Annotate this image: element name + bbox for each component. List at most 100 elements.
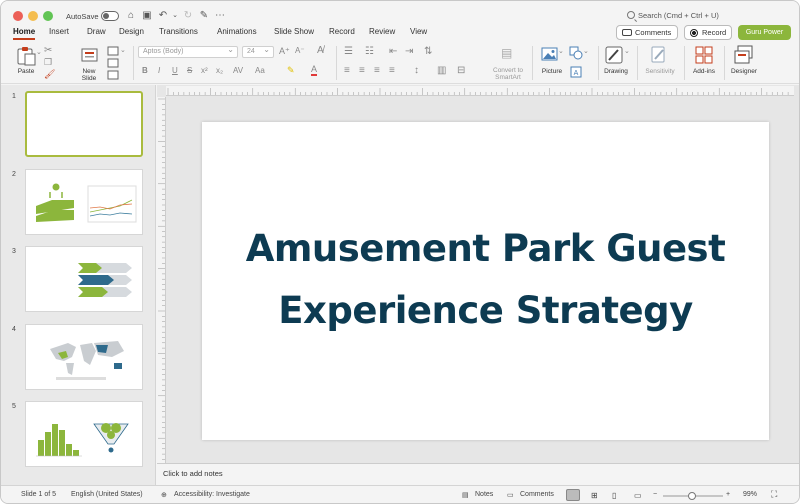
subscript-icon[interactable]: x₂ xyxy=(216,66,223,75)
line-spacing-icon[interactable]: ↕ xyxy=(414,65,419,76)
align-center-icon[interactable]: ≡ xyxy=(359,65,365,76)
slide-title[interactable]: Amusement Park Guest Experience Strategy xyxy=(202,218,769,342)
justify-icon[interactable]: ≡ xyxy=(389,65,395,76)
reading-view-icon[interactable]: ▯ xyxy=(612,491,616,500)
highlight-icon[interactable]: ✎ xyxy=(287,65,295,76)
guru-power-button[interactable]: Guru Power xyxy=(738,25,791,40)
fit-slide-icon[interactable]: ⛶ xyxy=(771,489,777,500)
tab-view[interactable]: View xyxy=(410,27,427,36)
add-ins-icon[interactable] xyxy=(695,46,713,64)
copy-icon[interactable]: ❐ xyxy=(44,57,52,68)
paste-dropdown-icon[interactable]: ⌄ xyxy=(36,48,42,56)
tab-home[interactable]: Home xyxy=(13,27,36,40)
zoom-out-button[interactable]: − xyxy=(653,491,657,498)
font-color-icon[interactable]: A xyxy=(311,65,318,76)
shapes-dropdown-icon[interactable]: ⌄ xyxy=(583,47,589,55)
thumbnail-4-preview xyxy=(50,341,124,380)
redo-icon[interactable]: ↻ xyxy=(182,10,194,22)
sensitivity-icon[interactable] xyxy=(650,45,668,65)
save-icon[interactable]: ▣ xyxy=(141,10,153,22)
comments-button[interactable]: Comments xyxy=(616,25,678,40)
paste-icon[interactable] xyxy=(15,46,37,66)
horizontal-ruler[interactable] xyxy=(166,86,794,96)
increase-indent-icon[interactable]: ⇥ xyxy=(405,46,413,57)
superscript-icon[interactable]: x² xyxy=(201,66,208,75)
zoom-level[interactable]: 99% xyxy=(743,491,757,498)
bold-icon[interactable]: B xyxy=(142,66,148,75)
tab-design[interactable]: Design xyxy=(119,27,144,36)
record-button[interactable]: Record xyxy=(684,25,732,40)
increase-font-icon[interactable]: A⁺ xyxy=(279,46,290,57)
designer-icon[interactable] xyxy=(734,45,754,65)
tab-insert[interactable]: Insert xyxy=(49,27,69,36)
slide-canvas[interactable]: Amusement Park Guest Experience Strategy xyxy=(202,122,769,440)
align-left-icon[interactable]: ≡ xyxy=(344,65,350,76)
align-right-icon[interactable]: ≡ xyxy=(374,65,380,76)
slide-thumbnails-pane[interactable]: 1 2 3 4 5 xyxy=(1,85,156,485)
underline-icon[interactable]: U xyxy=(172,66,178,75)
font-size-select[interactable]: 24 xyxy=(242,45,274,58)
search-box[interactable]: Search (Cmd + Ctrl + U) xyxy=(627,11,719,20)
thumbnail-5-preview xyxy=(36,423,129,457)
undo-icon[interactable]: ↶ xyxy=(157,10,169,22)
zoom-in-button[interactable]: + xyxy=(726,491,730,498)
tab-slide-show[interactable]: Slide Show xyxy=(274,27,314,36)
text-box-icon[interactable]: A xyxy=(570,66,582,78)
vertical-ruler[interactable] xyxy=(157,97,166,463)
picture-icon[interactable] xyxy=(541,46,559,62)
thumbnail-slide-1[interactable] xyxy=(25,91,143,157)
convert-smartart-icon[interactable]: ▤ xyxy=(501,46,512,60)
notes-icon: ▤ xyxy=(462,492,469,499)
tab-transitions[interactable]: Transitions xyxy=(159,27,198,36)
thumbnail-slide-4[interactable] xyxy=(25,324,143,390)
italic-icon[interactable]: I xyxy=(158,66,160,75)
notes-toggle-button[interactable]: Notes xyxy=(475,491,493,498)
tab-draw[interactable]: Draw xyxy=(87,27,106,36)
record-button-label: Record xyxy=(702,28,727,37)
thumbnail-number: 3 xyxy=(12,248,16,255)
layout-dropdown-icon[interactable]: ⌄ xyxy=(120,46,126,54)
language-indicator[interactable]: English (United States) xyxy=(71,491,143,498)
thumbnail-slide-2[interactable] xyxy=(25,169,143,235)
cut-icon[interactable]: ✂ xyxy=(44,45,52,56)
convert-smartart-label: Convert to SmartArt xyxy=(493,67,523,81)
notes-pane[interactable]: Click to add notes xyxy=(157,463,799,485)
zoom-slider[interactable] xyxy=(663,491,723,501)
thumbnail-slide-5[interactable] xyxy=(25,401,143,467)
columns-icon[interactable]: ▥ xyxy=(437,65,446,76)
bullets-icon[interactable]: ☰ xyxy=(344,46,353,57)
text-direction-icon[interactable]: ⇅ xyxy=(424,46,432,57)
thumbnail-slide-3[interactable] xyxy=(25,246,143,312)
autosave-toggle[interactable] xyxy=(101,11,119,21)
normal-view-icon[interactable] xyxy=(566,489,580,501)
tab-animations[interactable]: Animations xyxy=(217,27,257,36)
change-case-icon[interactable]: Aa xyxy=(255,66,265,75)
align-text-icon[interactable]: ⊟ xyxy=(457,65,465,76)
tab-review[interactable]: Review xyxy=(369,27,395,36)
format-painter-quick-icon[interactable]: ✎ xyxy=(198,10,210,22)
numbering-icon[interactable]: ☷ xyxy=(365,46,374,57)
slide-show-view-icon[interactable]: ▭ xyxy=(634,491,642,500)
accessibility-status[interactable]: Accessibility: Investigate xyxy=(174,491,250,498)
drawing-dropdown-icon[interactable]: ⌄ xyxy=(624,47,630,55)
slide-sorter-icon[interactable]: ⊞ xyxy=(591,491,598,500)
undo-dropdown-icon[interactable]: ⌄ xyxy=(169,10,181,22)
drawing-icon[interactable] xyxy=(605,46,623,64)
character-spacing-icon[interactable]: AV xyxy=(233,66,243,75)
font-name-select[interactable]: Aptos (Body) xyxy=(138,45,238,58)
clear-formatting-icon[interactable]: A̸ xyxy=(317,45,324,56)
home-icon[interactable]: ⌂ xyxy=(125,10,137,22)
picture-dropdown-icon[interactable]: ⌄ xyxy=(558,47,564,55)
new-slide-icon[interactable] xyxy=(80,46,100,64)
format-painter-icon[interactable]: 🖌 xyxy=(44,69,55,80)
comments-toggle-button[interactable]: Comments xyxy=(520,491,554,498)
tab-record[interactable]: Record xyxy=(329,27,355,36)
more-commands-icon[interactable]: ⋯ xyxy=(214,10,226,22)
close-window-button[interactable] xyxy=(13,11,23,21)
decrease-font-icon[interactable]: A⁻ xyxy=(295,46,305,55)
decrease-indent-icon[interactable]: ⇤ xyxy=(389,46,397,57)
maximize-window-button[interactable] xyxy=(43,11,53,21)
strikethrough-icon[interactable]: S xyxy=(187,66,192,75)
minimize-window-button[interactable] xyxy=(28,11,38,21)
shapes-icon[interactable] xyxy=(569,46,583,60)
